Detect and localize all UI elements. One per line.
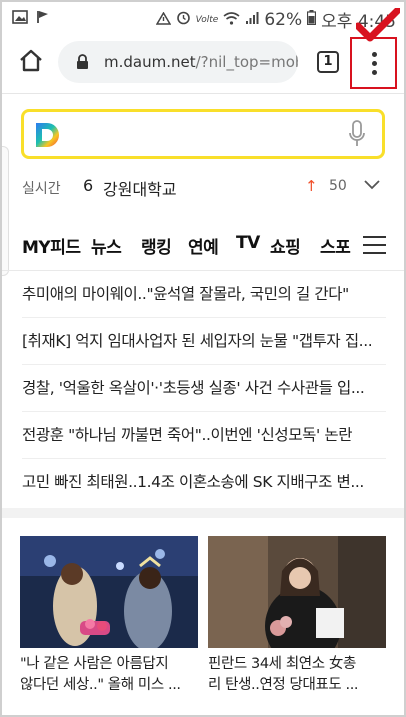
battery-percent: 62% xyxy=(264,9,303,30)
gallery-notification-icon xyxy=(12,9,28,28)
home-button[interactable] xyxy=(16,46,46,76)
home-icon xyxy=(20,49,42,72)
realtime-change: 50 xyxy=(329,178,347,194)
news-card-caption-line1[interactable]: 핀란드 34세 최연소 女총 xyxy=(208,654,386,675)
realtime-rank: 6 xyxy=(83,176,94,195)
wifi-icon xyxy=(223,10,240,29)
realtime-keyword-ticker[interactable]: 실시간 6 강원대학교 ↑ 50 xyxy=(22,176,384,200)
news-list: 추미애의 마이웨이.."윤석열 잘몰라, 국민의 길 간다" [취재K] 억지 … xyxy=(22,271,386,506)
chevron-down-icon[interactable] xyxy=(364,178,380,194)
tab-shopping[interactable]: 쇼핑 xyxy=(270,233,301,258)
warning-icon xyxy=(155,10,171,29)
address-bar[interactable]: m.daum.net/?nil_top=mobile xyxy=(58,41,298,83)
menu-icon[interactable] xyxy=(363,236,386,260)
tab-myfeed[interactable]: MY피드 xyxy=(22,233,81,258)
news-card-image[interactable] xyxy=(20,536,198,648)
url-path: /?nil_top=mobile xyxy=(195,53,298,71)
tab-sports[interactable]: 스포 xyxy=(320,233,351,258)
tab-entertainment[interactable]: 연예 xyxy=(188,233,219,258)
news-card-image[interactable] xyxy=(208,536,386,648)
volte-label: Volte xyxy=(195,14,219,25)
tab-ranking[interactable]: 랭킹 xyxy=(141,233,172,258)
news-headline[interactable]: 고민 빠진 최태원..1.4조 이혼소송에 SK 지배구조 변... xyxy=(22,459,386,506)
news-card[interactable]: "나 같은 사람은 아름답지 않다던 세상.." 올해 미스 ... xyxy=(20,536,198,696)
overflow-menu-button[interactable] xyxy=(350,37,397,89)
search-input[interactable] xyxy=(21,109,385,159)
status-bar: Volte 62% 오후 4:45 xyxy=(2,2,404,32)
news-card-caption-line2[interactable]: 리 탄생..연정 당대표도 ... xyxy=(208,675,386,696)
news-headline[interactable]: 추미애의 마이웨이.."윤석열 잘몰라, 국민의 길 간다" xyxy=(22,271,386,318)
battery-icon xyxy=(307,10,317,29)
microphone-icon[interactable] xyxy=(348,120,366,152)
category-tabs: MY피드 뉴스 랭킹 연예 TV 쇼핑 스포 xyxy=(2,222,404,270)
url-host: m.daum.net xyxy=(104,53,196,71)
news-headline[interactable]: 전광훈 "하나님 까불면 죽어"..이번엔 '신성모독' 논란 xyxy=(22,412,386,459)
news-card-caption-line2[interactable]: 않다던 세상.." 올해 미스 ... xyxy=(20,675,198,696)
news-headline[interactable]: 경찰, '억울한 옥살이'·'초등생 실종' 사건 수사관들 입... xyxy=(22,365,386,412)
realtime-label: 실시간 xyxy=(22,181,61,197)
signal-icon xyxy=(245,10,259,29)
section-separator xyxy=(2,508,404,518)
flag-notification-icon xyxy=(36,9,50,28)
news-headline[interactable]: [취재K] 억지 임대사업자 된 세입자의 눈물 "갭투자 집... xyxy=(22,318,386,365)
lock-icon xyxy=(76,54,89,74)
tab-tv[interactable]: TV xyxy=(236,233,260,253)
tab-switcher-button[interactable]: 1 xyxy=(317,51,339,73)
more-vert-icon xyxy=(372,52,377,79)
realtime-term[interactable]: 강원대학교 xyxy=(103,176,177,200)
news-card[interactable]: 핀란드 34세 최연소 女총 리 탄생..연정 당대표도 ... xyxy=(208,536,386,696)
browser-toolbar: m.daum.net/?nil_top=mobile 1 xyxy=(2,32,404,94)
daum-logo xyxy=(33,120,63,150)
tab-news[interactable]: 뉴스 xyxy=(91,233,122,258)
arrow-up-icon: ↑ xyxy=(305,177,318,195)
checkmark-annotation-icon xyxy=(356,8,400,42)
alarm-icon xyxy=(176,10,191,29)
news-card-caption-line1[interactable]: "나 같은 사람은 아름답지 xyxy=(20,654,198,675)
